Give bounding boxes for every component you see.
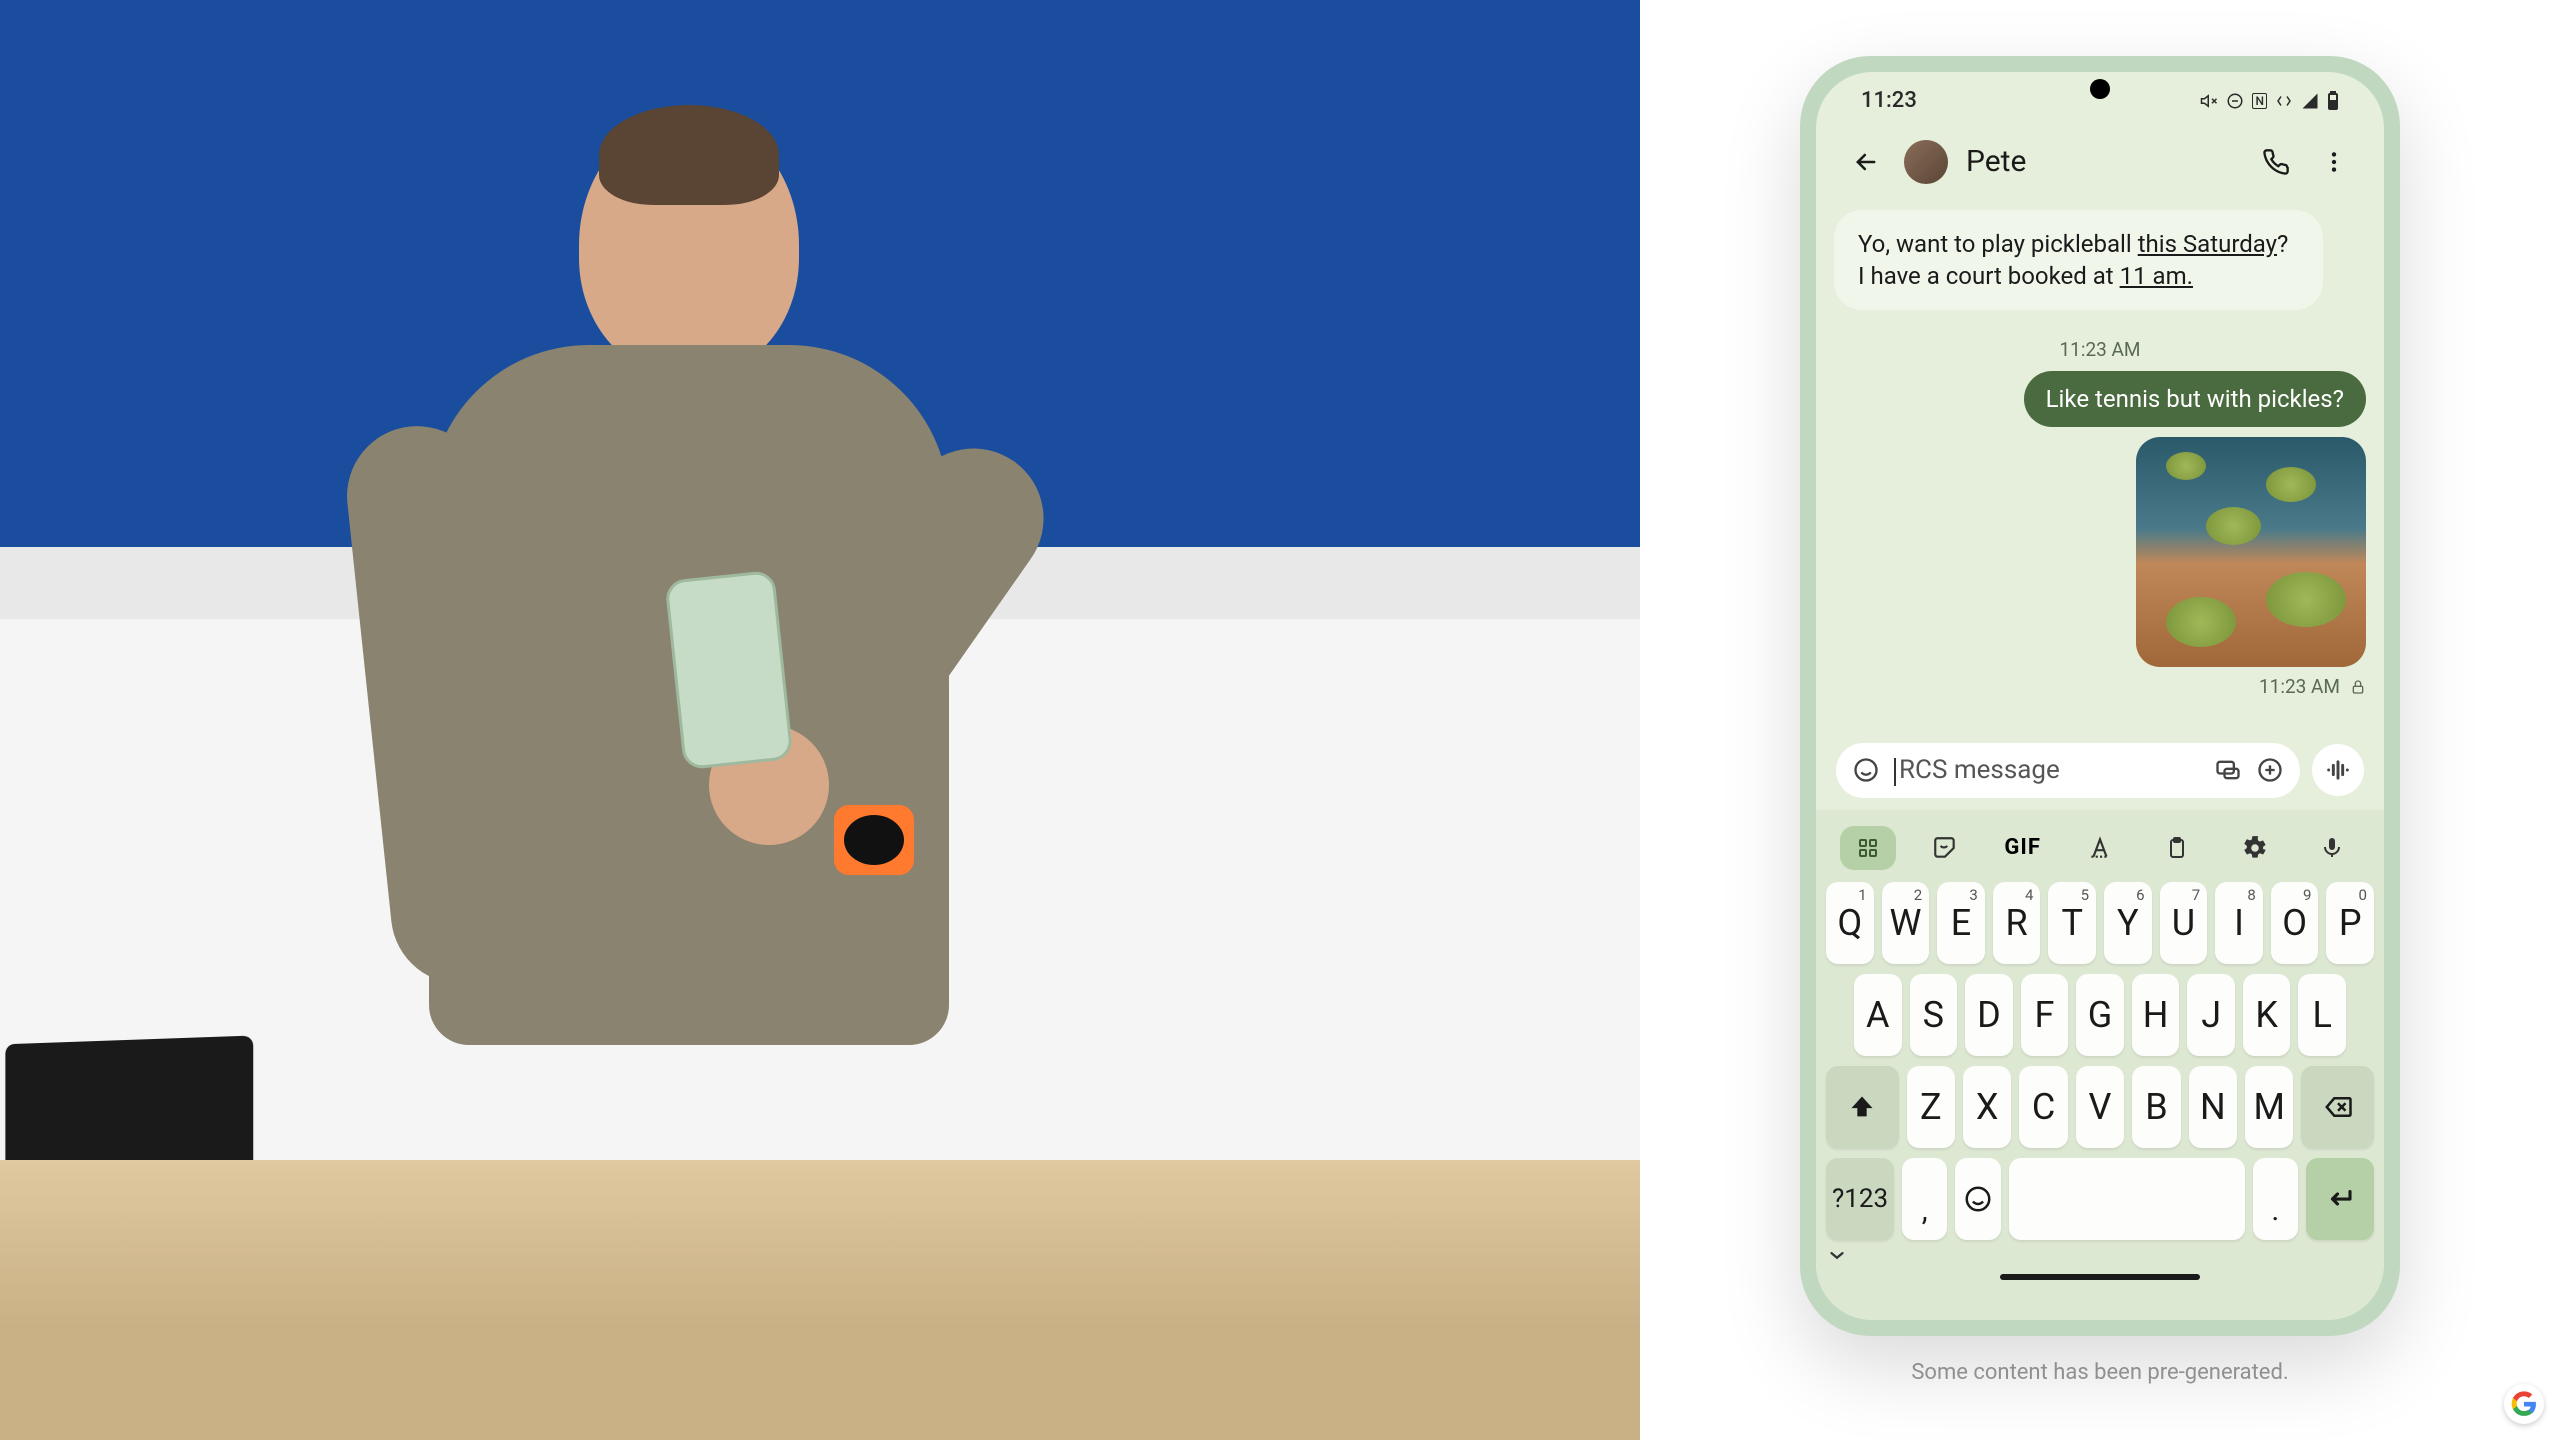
key-n[interactable]: N [2189,1066,2237,1148]
battery-icon [2327,91,2339,111]
navigation-handle[interactable] [2000,1274,2200,1280]
outgoing-message[interactable]: Like tennis but with pickles? [2024,371,2366,427]
keyboard-row-4: ?123 , . [1826,1158,2374,1240]
phone-screen: 11:23 N [1816,72,2384,1320]
nfc-icon: N [2252,93,2267,109]
compose-input[interactable]: RCS message [1894,755,2060,785]
mute-icon [2200,92,2218,110]
key-e[interactable]: E3 [1937,882,1985,964]
key-i[interactable]: I8 [2215,882,2263,964]
comma-key[interactable]: , [1902,1158,1947,1240]
compose-row: RCS message [1816,737,2384,809]
laptop-silhouette [5,1035,253,1294]
keyboard: GIF Q1 W2 E [1816,810,2384,1320]
google-logo [2504,1384,2544,1424]
key-o[interactable]: O9 [2271,882,2319,964]
keyboard-row-2: A S D F G H J K L [1826,974,2374,1056]
mic-icon[interactable] [2304,826,2360,870]
key-c[interactable]: C [2019,1066,2067,1148]
key-j[interactable]: J [2187,974,2235,1056]
key-z[interactable]: Z [1907,1066,1955,1148]
conversation-timestamp: 11:23 AM [1834,338,2366,361]
phone-showcase-panel: 11:23 N [1640,0,2560,1440]
camera-hole [2090,79,2110,99]
backspace-key[interactable] [2301,1066,2374,1148]
key-g[interactable]: G [2076,974,2124,1056]
gif-icon[interactable]: GIF [1995,826,2051,870]
settings-icon[interactable] [2227,826,2283,870]
key-h[interactable]: H [2132,974,2180,1056]
incoming-message[interactable]: Yo, want to play pickleball this Saturda… [1834,210,2323,311]
key-p[interactable]: P0 [2326,882,2374,964]
key-l[interactable]: L [2298,974,2346,1056]
add-attachment-icon[interactable] [2256,756,2284,784]
compose-input-pill[interactable]: RCS message [1836,743,2300,797]
key-r[interactable]: R4 [1993,882,2041,964]
key-s[interactable]: S [1910,974,1958,1056]
status-icons-group: N [2200,91,2339,111]
contact-name[interactable]: Pete [1966,144,2238,179]
keyboard-row-1: Q1 W2 E3 R4 T5 Y6 U7 I8 O9 P0 [1826,882,2374,964]
key-b[interactable]: B [2132,1066,2180,1148]
sticker-icon[interactable] [1917,826,1973,870]
key-v[interactable]: V [2076,1066,2124,1148]
message-status-row: 11:23 AM [1834,675,2366,698]
key-y[interactable]: Y6 [2104,882,2152,964]
message-text-part: Yo, want to play pickleball [1858,230,2138,258]
space-key[interactable] [2009,1158,2245,1240]
network-icon [2275,92,2293,110]
presenter-silhouette [339,115,1039,1315]
more-options-button[interactable] [2314,142,2354,182]
period-key[interactable]: . [2253,1158,2298,1240]
key-k[interactable]: K [2243,974,2291,1056]
message-link-time[interactable]: 11 am. [2120,262,2193,290]
outgoing-image-message[interactable] [2136,437,2366,667]
shift-key[interactable] [1826,1066,1899,1148]
voice-message-button[interactable] [2312,744,2364,796]
key-x[interactable]: X [1963,1066,2011,1148]
clipboard-icon[interactable] [2149,826,2205,870]
enter-key[interactable] [2306,1158,2374,1240]
symbols-key[interactable]: ?123 [1826,1158,1894,1240]
keyboard-toolbar: GIF [1826,820,2374,882]
call-button[interactable] [2256,142,2296,182]
presentation-video-frame [0,0,1640,1440]
text-format-icon[interactable] [2072,826,2128,870]
keyboard-collapse-icon[interactable] [1826,1248,2374,1262]
dnd-icon [2226,92,2244,110]
message-link-date[interactable]: this Saturday [2138,230,2277,258]
key-a[interactable]: A [1854,974,1902,1056]
key-u[interactable]: U7 [2160,882,2208,964]
emoji-key[interactable] [1955,1158,2000,1240]
key-q[interactable]: Q1 [1826,882,1874,964]
message-text: Like tennis but with pickles? [2046,385,2344,413]
key-t[interactable]: T5 [2048,882,2096,964]
contact-avatar[interactable] [1904,140,1948,184]
back-button[interactable] [1846,142,1886,182]
signal-icon [2301,92,2319,110]
key-d[interactable]: D [1965,974,2013,1056]
message-timestamp: 11:23 AM [2259,675,2340,698]
message-list[interactable]: Yo, want to play pickleball this Saturda… [1816,202,2384,738]
disclaimer-text: Some content has been pre-generated. [1911,1360,2288,1385]
status-time: 11:23 [1861,88,1917,113]
chat-app-bar: Pete [1816,122,2384,202]
key-m[interactable]: M [2245,1066,2293,1148]
magic-compose-icon[interactable] [2214,756,2242,784]
phone-device-frame: 11:23 N [1800,56,2400,1336]
key-w[interactable]: W2 [1882,882,1930,964]
keyboard-row-3: Z X C V B N M [1826,1066,2374,1148]
lock-icon [2350,679,2366,695]
emoji-picker-icon[interactable] [1852,756,1880,784]
keyboard-apps-icon[interactable] [1840,826,1896,870]
key-f[interactable]: F [2021,974,2069,1056]
